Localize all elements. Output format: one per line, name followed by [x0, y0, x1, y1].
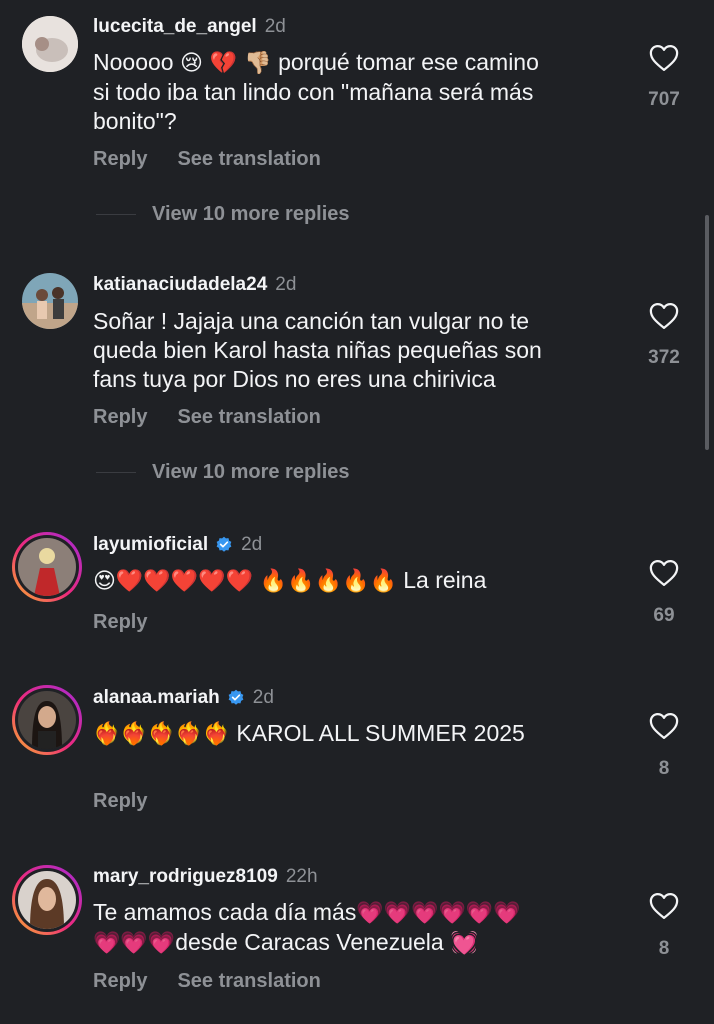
comment-text-line: fans tuya por Dios no eres una chirivica [93, 366, 496, 392]
see-translation-button[interactable]: See translation [177, 148, 320, 171]
view-replies-label: View 10 more replies [152, 203, 350, 225]
verified-badge-icon [228, 689, 244, 705]
reply-button[interactable]: Reply [93, 970, 147, 993]
like-count: 8 [658, 758, 670, 779]
comment-text-line: KAROL ALL SUMMER 2025 [236, 720, 525, 746]
comment-text-line: desde Caracas Venezuela [175, 929, 444, 955]
comment-text-line: bonito"? [93, 108, 177, 134]
view-replies-label: View 10 more replies [152, 461, 350, 483]
comment-text-line: si todo iba tan lindo con "mañana será m… [93, 79, 534, 105]
emoji-group: ❤️‍🔥❤️‍🔥❤️‍🔥❤️‍🔥❤️‍🔥 [93, 722, 230, 747]
scrollbar[interactable] [705, 215, 709, 450]
comment-time: 2d [241, 534, 263, 555]
reply-button[interactable]: Reply [93, 790, 147, 813]
comment-time: 2d [252, 687, 274, 708]
comment-header: katianaciudadela24 2d [93, 274, 296, 296]
reply-button[interactable]: Reply [93, 148, 147, 171]
comment-time: 2d [275, 274, 297, 295]
avatar[interactable] [22, 16, 78, 72]
comment-text: 😍❤️❤️❤️❤️❤️ 🔥🔥🔥🔥🔥 La reina [93, 566, 613, 596]
emoji-group: 😢 💔 👎🏼 [179, 51, 272, 76]
comment-actions: Reply See translation [93, 148, 321, 171]
view-replies-button[interactable]: View 10 more replies [96, 203, 350, 226]
avatar[interactable] [12, 685, 82, 755]
heart-outline-icon [649, 303, 679, 329]
like-count: 372 [648, 347, 680, 368]
emoji-group: 😍❤️❤️❤️❤️❤️ 🔥🔥🔥🔥🔥 [93, 569, 397, 594]
like-button[interactable] [646, 892, 682, 920]
username[interactable]: lucecita_de_angel [93, 16, 257, 38]
comment-time: 2d [264, 16, 286, 37]
username[interactable]: alanaa.mariah [93, 687, 220, 709]
emoji-group: 💓 [443, 931, 479, 956]
like-button[interactable] [646, 559, 682, 587]
heart-outline-icon [649, 45, 679, 71]
like-count: 707 [648, 89, 680, 110]
like-button[interactable] [646, 44, 682, 72]
comment-actions: Reply [93, 611, 147, 634]
heart-outline-icon [649, 713, 679, 739]
comment-text-line: Te amamos cada día más [93, 899, 357, 925]
username[interactable]: layumioficial [93, 534, 208, 556]
comment-header: alanaa.mariah 2d [93, 687, 274, 709]
heart-outline-icon [649, 560, 679, 586]
like-count: 69 [653, 605, 675, 626]
see-translation-button[interactable]: See translation [177, 406, 320, 429]
comment-time: 22h [285, 866, 318, 887]
comment-text: Te amamos cada día más💗💗💗💗💗💗 💗💗💗desde Ca… [93, 898, 613, 958]
comment-text: ❤️‍🔥❤️‍🔥❤️‍🔥❤️‍🔥❤️‍🔥 KAROL ALL SUMMER 20… [93, 719, 613, 749]
like-button[interactable] [646, 712, 682, 740]
username[interactable]: mary_rodriguez8109 [93, 866, 278, 888]
divider [96, 472, 136, 473]
emoji-group: 💗💗💗 [93, 931, 176, 956]
reply-button[interactable]: Reply [93, 611, 147, 634]
avatar[interactable] [12, 865, 82, 935]
see-translation-button[interactable]: See translation [177, 970, 320, 993]
comment-text-line: Soñar ! Jajaja una canción tan vulgar no… [93, 308, 530, 334]
comment-header: layumioficial 2d [93, 534, 262, 556]
comment-text-line: La reina [403, 567, 487, 593]
heart-outline-icon [649, 893, 679, 919]
reply-button[interactable]: Reply [93, 406, 147, 429]
avatar[interactable] [12, 532, 82, 602]
view-replies-button[interactable]: View 10 more replies [96, 461, 350, 484]
comment-text-line: porqué tomar ese camino [271, 49, 539, 75]
comment-actions: Reply [93, 790, 147, 813]
comment-actions: Reply See translation [93, 970, 321, 993]
avatar[interactable] [22, 273, 78, 329]
comment-text-line: Nooooo [93, 49, 180, 75]
comment-actions: Reply See translation [93, 406, 321, 429]
username[interactable]: katianaciudadela24 [93, 274, 267, 296]
like-button[interactable] [646, 302, 682, 330]
emoji-group: 💗💗💗💗💗💗 [356, 901, 521, 926]
divider [96, 214, 136, 215]
like-count: 8 [658, 938, 670, 959]
comment-header: mary_rodriguez8109 22h [93, 866, 318, 888]
comment-text-line: queda bien Karol hasta niñas pequeñas so… [93, 337, 542, 363]
comment-text: Soñar ! Jajaja una canción tan vulgar no… [93, 307, 613, 394]
comment-header: lucecita_de_angel 2d [93, 16, 286, 38]
comment-text: Nooooo 😢 💔 👎🏼 porqué tomar ese camino si… [93, 48, 613, 136]
verified-badge-icon [216, 536, 232, 552]
